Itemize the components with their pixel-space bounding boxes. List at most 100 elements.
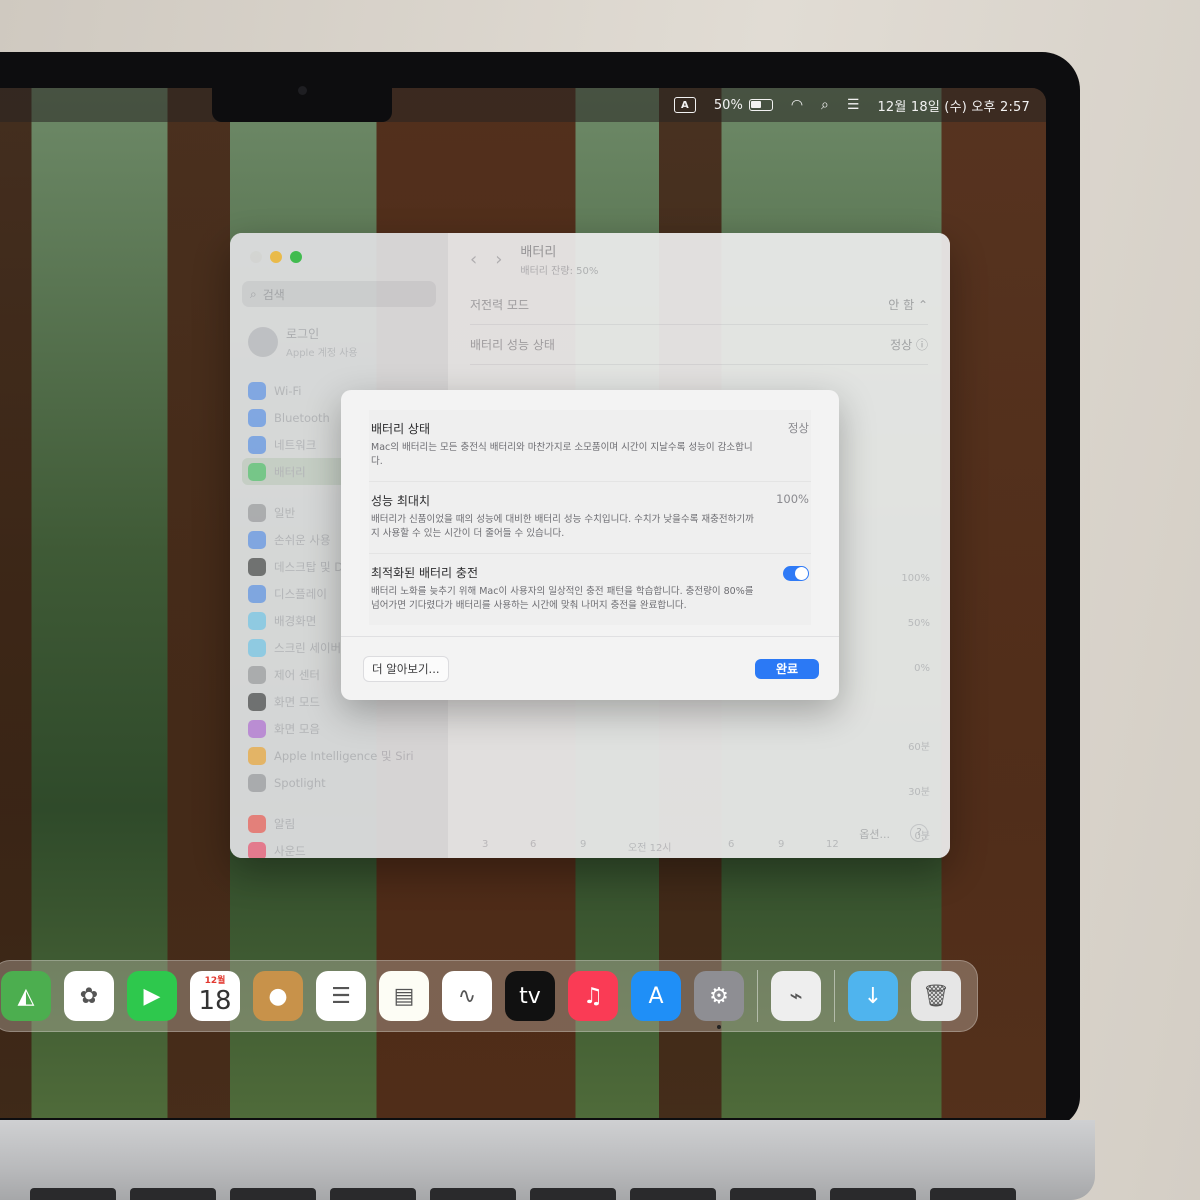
- dock-glyph: ∿: [457, 983, 477, 1009]
- system-settings-icon[interactable]: ⚙: [694, 971, 744, 1029]
- dock-divider: [834, 970, 835, 1022]
- sidebar-item-label: 화면 모음: [274, 721, 320, 736]
- music-icon[interactable]: ♫: [568, 971, 618, 1021]
- app-store-icon[interactable]: A: [631, 971, 681, 1021]
- account-title: 로그인: [286, 327, 320, 341]
- trash-icon[interactable]: 🗑: [911, 971, 961, 1021]
- optimized-charging-toggle[interactable]: [783, 566, 809, 581]
- sidebar-item-label: 배터리: [274, 464, 306, 479]
- sidebar-search-field[interactable]: ⌕ 검색: [242, 281, 436, 307]
- close-button[interactable]: [250, 251, 262, 263]
- battery-icon: [248, 462, 266, 481]
- section-description: 배터리 노화를 늦추기 위해 Mac이 사용자의 일상적인 충전 패턴을 학습합…: [371, 586, 754, 611]
- sidebar-item[interactable]: Spotlight: [242, 769, 436, 796]
- spotlight-search-icon[interactable]: ⌕: [821, 97, 829, 113]
- battery-health-row[interactable]: 배터리 성능 상태 정상 ⓘ: [470, 325, 928, 365]
- sidebar-item[interactable]: 알림: [242, 810, 436, 837]
- sidebar-item-label: 제어 센터: [274, 667, 320, 682]
- row-value[interactable]: 안 함 ⌃: [888, 296, 928, 313]
- apple-account-row[interactable]: 로그인 Apple 계정 사용: [242, 321, 436, 363]
- chart-x-tick-label: 오전 12시: [628, 843, 672, 854]
- low-power-mode-row[interactable]: 저전력 모드 안 함 ⌃: [470, 285, 928, 325]
- running-indicator: [717, 1025, 721, 1029]
- display-icon: [248, 584, 266, 603]
- chart-x-tick-label: 9: [778, 839, 785, 850]
- contacts-icon[interactable]: ●: [253, 971, 303, 1021]
- globe-icon: [248, 435, 266, 454]
- dock-glyph: ♫: [583, 983, 603, 1009]
- done-button[interactable]: 완료: [755, 658, 819, 679]
- sidebar-item[interactable]: 화면 모음: [242, 715, 436, 742]
- sidebar-item-label: 손쉬운 사용: [274, 532, 331, 547]
- facetime-icon[interactable]: ▶: [127, 971, 177, 1021]
- sheet-footer: 더 알아보기... 완료: [341, 636, 839, 700]
- maps-icon[interactable]: ◭: [1, 971, 51, 1021]
- camera: [298, 86, 307, 95]
- apple-tv-icon[interactable]: tv: [505, 971, 555, 1021]
- wallpaper-icon: [248, 611, 266, 630]
- search-icon: ⌕: [250, 286, 257, 301]
- learn-more-button[interactable]: 더 알아보기...: [363, 655, 449, 682]
- dock-glyph: 🗑: [922, 983, 950, 1009]
- dock-glyph: ⚙: [709, 983, 729, 1009]
- freeform-icon[interactable]: ∿: [442, 971, 492, 1021]
- zoom-button[interactable]: [290, 251, 302, 263]
- row-value: 정상 ⓘ: [890, 338, 928, 352]
- notes-icon[interactable]: ▤: [379, 971, 429, 1021]
- section-title: 최적화된 배터리 충전: [371, 566, 478, 580]
- sidebar-item-label: Bluetooth: [274, 410, 330, 425]
- photos-icon[interactable]: ✿: [64, 971, 114, 1021]
- battery-status[interactable]: 50%: [714, 98, 773, 113]
- input-source-icon[interactable]: A: [673, 97, 696, 113]
- section-title: 배터리 상태: [371, 422, 431, 436]
- sidebar-item-label: 네트워크: [274, 437, 317, 452]
- chart-x-tick-label: 6: [728, 839, 735, 850]
- back-arrow-icon[interactable]: ‹: [470, 249, 477, 270]
- battery-health-sheet: 배터리 상태 Mac의 배터리는 모든 충전식 배터리와 마찬가지로 소모품이며…: [341, 390, 839, 700]
- wifi-icon[interactable]: ◠: [791, 97, 803, 113]
- chart-y-tick-label: 50%: [907, 618, 930, 629]
- pane-title: 배터리: [520, 245, 557, 260]
- dock-glyph: ↓: [863, 983, 883, 1009]
- sidebar-item-label: Wi-Fi: [274, 383, 302, 398]
- calendar-day: 18: [198, 986, 232, 1016]
- options-button[interactable]: 옵션...: [859, 826, 890, 842]
- dock-glyph: ◭: [17, 983, 35, 1009]
- sidebar-item-label: 알림: [274, 816, 296, 831]
- siri-icon: [248, 746, 266, 765]
- calendar-icon[interactable]: 12월 18: [190, 971, 240, 1021]
- chart-y-tick-label: 0%: [914, 663, 930, 674]
- minimize-button[interactable]: [270, 251, 282, 263]
- accessibility-icon: [248, 530, 266, 549]
- sidebar-item-label: Apple Intelligence 및 Siri: [274, 748, 414, 763]
- sidebar-item-label: 디스플레이: [274, 586, 327, 601]
- sidebar-item-label: 사운드: [274, 843, 306, 858]
- avatar: [248, 327, 278, 357]
- forward-arrow-icon[interactable]: ›: [495, 249, 502, 270]
- sidebar-item[interactable]: Apple Intelligence 및 Siri: [242, 742, 436, 769]
- control-center-icon: [248, 665, 266, 684]
- row-label: 저전력 모드: [470, 298, 530, 312]
- control-center-icon[interactable]: ☰: [847, 97, 860, 113]
- spotlight-icon: [248, 773, 266, 792]
- menu-bar-clock[interactable]: 12월 18일 (수) 오후 2:57: [877, 96, 1030, 115]
- dock-glyph: ☰: [331, 983, 351, 1009]
- battery-condition-section: 배터리 상태 Mac의 배터리는 모든 충전식 배터리와 마찬가지로 소모품이며…: [369, 410, 811, 482]
- bell-icon: [248, 814, 266, 833]
- search-placeholder: 검색: [262, 287, 285, 302]
- reminders-icon[interactable]: ☰: [316, 971, 366, 1021]
- sidebar-item-label: 일반: [274, 505, 296, 520]
- optimized-charging-section: 최적화된 배터리 충전 배터리 노화를 늦추기 위해 Mac이 사용자의 일상적…: [369, 554, 811, 625]
- battery-icon: [748, 99, 773, 111]
- help-button[interactable]: ?: [910, 824, 928, 842]
- calendar-month: 12월: [204, 976, 226, 986]
- sidebar-item[interactable]: 사운드: [242, 837, 436, 858]
- downloads-folder-icon[interactable]: ↓: [848, 971, 898, 1021]
- dock-divider: [757, 970, 758, 1022]
- dock-glyph: A: [648, 983, 664, 1009]
- pane-subtitle: 배터리 잔량: 50%: [520, 266, 599, 277]
- dock-glyph: ▶: [143, 983, 161, 1009]
- info-icon[interactable]: ⓘ: [916, 338, 928, 352]
- utility-app-icon[interactable]: ⌁: [771, 971, 821, 1021]
- wifi-icon: [248, 381, 266, 400]
